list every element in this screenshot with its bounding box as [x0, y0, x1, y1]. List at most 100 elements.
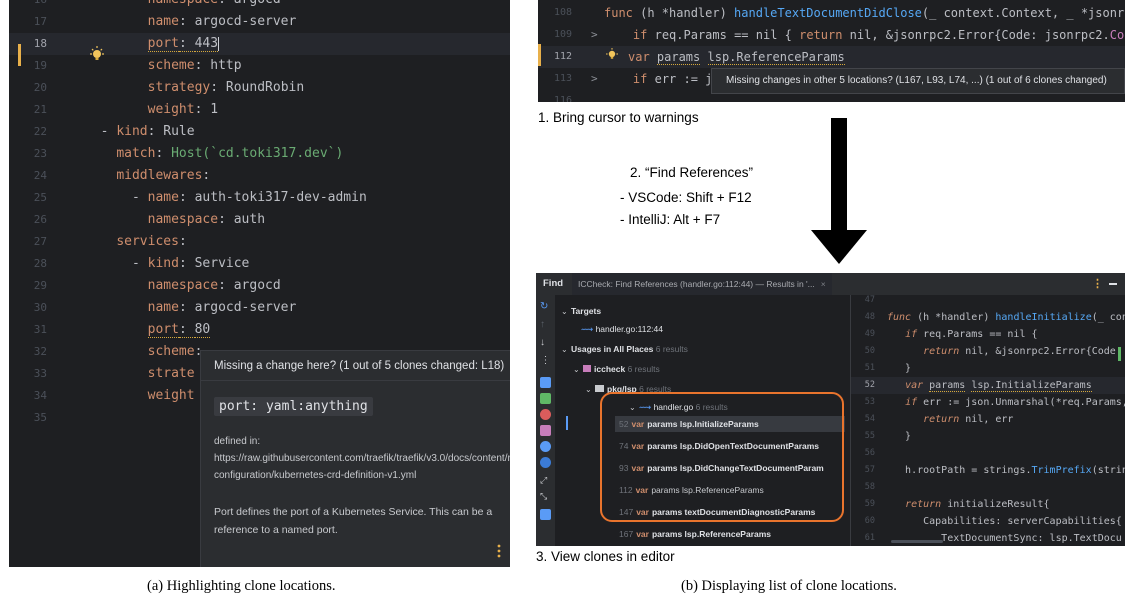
more-options-icon[interactable]: [497, 544, 501, 558]
code-token-underlined: lsp.ReferenceParams: [707, 50, 845, 65]
line-number: 108: [553, 7, 572, 18]
settings-icon[interactable]: [540, 441, 551, 452]
code-token: err := j: [654, 72, 713, 86]
yaml-colon: :: [178, 322, 195, 338]
no-entry-icon[interactable]: [540, 409, 551, 420]
up-arrow-icon[interactable]: ↑: [540, 319, 551, 330]
code-text: strategy: RoundRobin: [85, 77, 305, 99]
line-number: 33: [33, 367, 47, 380]
find-toolbar: Find ICCheck: Find References (handler.g…: [536, 273, 1125, 296]
code-line: 17 name: argocd-server: [9, 11, 510, 33]
fold-arrow-icon[interactable]: >: [591, 24, 598, 46]
line-number: 55: [864, 431, 875, 441]
tree-usages[interactable]: ⌄ Usages in All Places 6 results: [561, 341, 688, 357]
line-number: 20: [33, 81, 47, 94]
yaml-key: strategy: [147, 80, 211, 95]
usage-result-row[interactable]: 167 var params lsp.ReferenceParams: [615, 526, 845, 542]
shortcut-vscode: - VSCode: Shift + F12: [620, 190, 752, 205]
code-token: Capabilities: serverCapabilities{: [887, 516, 1122, 527]
line-number: 24: [33, 169, 47, 182]
text-caret: [218, 36, 220, 51]
step-3-label: 3. View clones in editor: [536, 549, 675, 564]
module-icon[interactable]: [540, 425, 551, 436]
code-line: 47: [851, 295, 1125, 309]
kebab-icon[interactable]: ⋮: [540, 355, 551, 366]
caption-a: (a) Highlighting clone locations.: [147, 578, 336, 594]
code-line: 27 services:: [9, 231, 510, 253]
code-token: Code: [1109, 28, 1125, 42]
yaml-key: middlewares: [116, 168, 203, 183]
code-text: weight: 1: [85, 99, 218, 121]
yaml-value: http: [210, 58, 242, 73]
collapse-icon[interactable]: ⤡: [540, 491, 551, 502]
close-tab-icon[interactable]: ×: [821, 279, 826, 289]
line-number: 18: [33, 37, 47, 50]
yaml-key: strate: [147, 366, 195, 381]
rerun-icon[interactable]: ↻: [540, 301, 551, 312]
result-keyword: var: [636, 529, 649, 539]
yaml-colon: :: [218, 278, 234, 293]
code-text: services:: [85, 231, 195, 253]
code-text: - kind: Service: [85, 253, 249, 275]
yaml-key: namespace: [147, 212, 219, 227]
popup-source[interactable]: defined in: https://raw.githubuserconten…: [214, 433, 510, 484]
code-token: (_ conte: [1091, 312, 1125, 323]
horizontal-scrollbar[interactable]: [891, 540, 943, 543]
group-icon[interactable]: [540, 377, 551, 388]
yaml-colon: :: [178, 190, 195, 205]
code-text: }: [887, 360, 911, 377]
code-line: 28 - kind: Service: [9, 253, 510, 275]
clone-results-highlight: [600, 392, 844, 522]
code-token: var: [628, 50, 657, 64]
code-line: 50 return nil, &jsonrpc2.Error{Code:: [851, 343, 1125, 360]
line-number: 21: [33, 103, 47, 116]
code-token: nil, &jsonrpc2.Error{Code:: [965, 346, 1122, 357]
lightbulb-icon[interactable]: [604, 47, 620, 63]
preview-icon[interactable]: [540, 457, 551, 468]
yaml-colon: :: [194, 102, 211, 117]
tree-targets[interactable]: ⌄ Targets: [561, 303, 601, 319]
line-number: 34: [33, 389, 47, 402]
popup-signature: port: yaml:anything: [214, 397, 373, 416]
code-text: Capabilities: serverCapabilities{: [887, 513, 1122, 530]
minimize-icon[interactable]: [1109, 283, 1117, 285]
filter-icon[interactable]: [540, 393, 551, 404]
line-number: 116: [553, 95, 572, 102]
more-options-icon[interactable]: ⋮: [1092, 273, 1103, 295]
chevron-down-icon[interactable]: ⌄: [573, 362, 583, 378]
code-line: 21 weight: 1: [9, 99, 510, 121]
current-line-marker: [18, 44, 21, 66]
line-number: 48: [864, 312, 875, 322]
fold-arrow-icon[interactable]: >: [591, 68, 598, 90]
find-results-tab[interactable]: ICCheck: Find References (handler.go:112…: [572, 273, 832, 295]
yaml-colon: :: [147, 124, 164, 139]
yaml-key: kind: [116, 124, 148, 139]
expand-icon[interactable]: ⤢: [540, 475, 551, 486]
tree-package[interactable]: ⌄ iccheck 6 results: [573, 361, 660, 377]
code-text: return nil, &jsonrpc2.Error{Code:: [887, 343, 1122, 360]
yaml-key: namespace: [148, 0, 218, 7]
chevron-down-icon[interactable]: ⌄: [585, 382, 595, 398]
code-token: if: [632, 72, 655, 86]
layout-icon[interactable]: [540, 509, 551, 520]
code-token: func: [604, 6, 641, 20]
code-text: scheme: http: [85, 55, 242, 77]
code-line: 24 middlewares:: [9, 165, 510, 187]
step-2-title: 2. “Find References”: [630, 165, 754, 180]
code-token: handleTextDocumentDidClose: [734, 6, 922, 20]
code-line: 108 func (h *handler) handleTextDocumentD…: [538, 2, 1125, 24]
down-arrow-icon[interactable]: ↓: [540, 337, 551, 348]
code-text: - name: auth-toki317-dev-admin: [85, 187, 367, 209]
yaml-value: RoundRobin: [225, 80, 305, 95]
lightbulb-icon[interactable]: [86, 44, 108, 66]
chevron-down-icon[interactable]: ⌄: [561, 342, 571, 358]
code-text: }: [887, 428, 911, 445]
code-line: 54 return nil, err: [851, 411, 1125, 428]
tree-target-item[interactable]: ⟿ handler.go:112:44: [581, 321, 663, 337]
yaml-colon: :: [218, 212, 234, 227]
chevron-down-icon[interactable]: ⌄: [561, 304, 571, 320]
